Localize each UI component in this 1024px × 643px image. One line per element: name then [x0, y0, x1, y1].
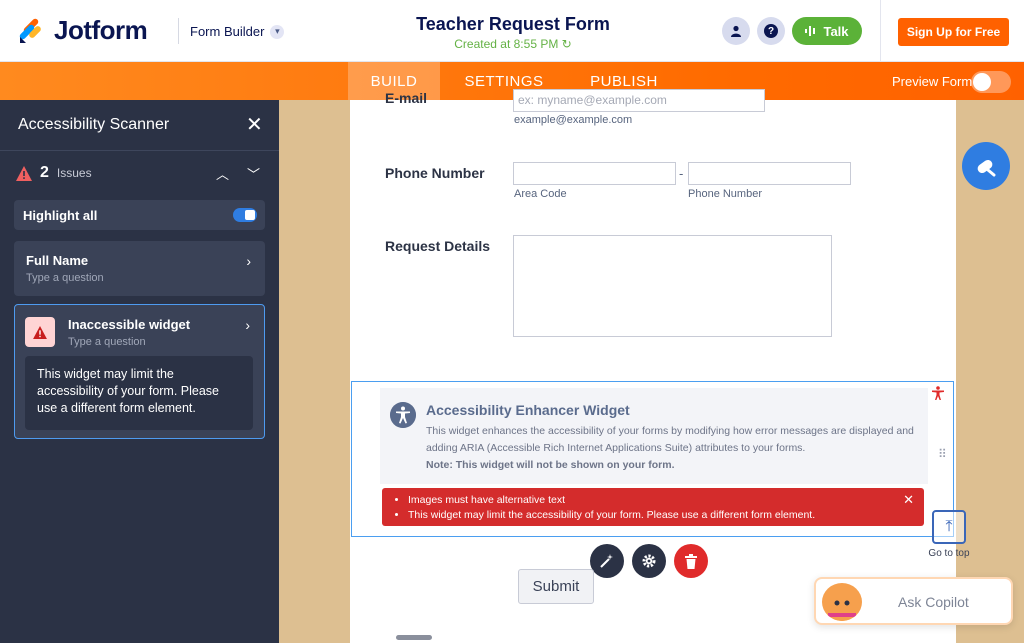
issue-label: Issues — [56, 166, 92, 180]
preview-form-label: Preview Form — [892, 74, 973, 89]
warning-icon — [16, 165, 32, 181]
user-icon — [731, 25, 741, 37]
issue-title: Inaccessible widget — [68, 317, 191, 332]
widget-note: Note: This widget will not be shown on y… — [426, 459, 675, 471]
copilot-avatar — [822, 583, 862, 621]
warning-badge — [25, 317, 55, 347]
sign-up-button[interactable]: Sign Up for Free — [898, 18, 1009, 46]
user-avatar-button[interactable] — [722, 17, 750, 45]
widget-description: This widget enhances the accessibility o… — [426, 425, 914, 454]
builder-nav: BUILD SETTINGS PUBLISH Preview Form — [0, 62, 1024, 100]
go-to-top-label: Go to top — [928, 548, 970, 559]
header-divider — [178, 18, 179, 44]
jotform-logo-icon — [19, 18, 41, 43]
help-button[interactable]: ? — [757, 17, 785, 45]
accessibility-widget[interactable]: Accessibility Enhancer Widget This widge… — [351, 381, 954, 537]
go-to-top-button[interactable]: ⤒ Go to top — [926, 510, 972, 559]
email-label: E-mail — [385, 90, 428, 106]
issue-count: 2 — [40, 164, 49, 181]
issues-summary: 2 Issues — [16, 164, 92, 182]
header-divider-right — [880, 0, 881, 62]
area-code-sublabel: Area Code — [514, 188, 567, 200]
brand-name: Jotform — [54, 15, 148, 45]
widget-error-banner: Images must have alternative text This w… — [382, 488, 924, 526]
email-sublabel: example@example.com — [514, 114, 633, 126]
issue-text: Inaccessible widget Type a question — [68, 317, 190, 348]
phone-number-sublabel: Phone Number — [688, 188, 762, 200]
panel-divider — [0, 150, 279, 151]
request-details-label: Request Details — [385, 238, 491, 254]
error-list: Images must have alternative text This w… — [408, 493, 924, 523]
accessibility-scanner-button[interactable] — [962, 142, 1010, 190]
accessibility-icon — [390, 402, 416, 428]
area-code-field[interactable] — [513, 162, 676, 185]
magic-wand-button[interactable] — [590, 544, 624, 578]
highlight-all-row[interactable]: Highlight all — [14, 200, 265, 230]
issue-card-inaccessible-widget[interactable]: Inaccessible widget Type a question › Th… — [14, 304, 265, 439]
highlight-all-label: Highlight all — [23, 207, 98, 223]
copilot-label: Ask Copilot — [898, 594, 969, 610]
error-item: This widget may limit the accessibility … — [408, 508, 924, 523]
toggle-knob — [245, 210, 255, 220]
chevron-right-icon: › — [245, 317, 250, 333]
horizontal-scrollbar[interactable] — [396, 635, 432, 640]
warning-icon — [33, 325, 47, 339]
drag-handle-icon[interactable]: ⠿ — [938, 448, 947, 460]
issue-message: This widget may limit the accessibility … — [25, 356, 253, 430]
form-builder-label: Form Builder — [190, 24, 265, 39]
ask-copilot-button[interactable]: Ask Copilot — [814, 577, 1013, 625]
error-item: Images must have alternative text — [408, 493, 924, 508]
help-icon: ? — [764, 24, 778, 38]
widget-title: Accessibility Enhancer Widget — [426, 402, 630, 418]
form-builder-menu[interactable]: Form Builder ▾ — [190, 24, 285, 39]
close-icon[interactable]: ✕ — [903, 492, 914, 507]
highlight-all-toggle[interactable] — [233, 208, 257, 222]
top-header: Jotform Form Builder ▾ Teacher Request F… — [0, 0, 1024, 62]
toggle-knob — [973, 73, 991, 91]
created-label: Created at 8:55 PM — [454, 37, 559, 51]
accessibility-scan-icon — [977, 159, 996, 177]
chevron-down-icon: ▾ — [270, 24, 285, 39]
phone-separator: - — [679, 166, 684, 181]
page-title[interactable]: Teacher Request Form — [388, 14, 638, 35]
created-time: Created at 8:55 PM ↻ — [388, 37, 638, 51]
talk-label: Talk — [823, 23, 849, 39]
email-field[interactable]: ex: myname@example.com — [513, 89, 765, 112]
delete-button[interactable] — [674, 544, 708, 578]
phone-label: Phone Number — [385, 165, 485, 181]
talk-button[interactable]: Talk — [792, 17, 862, 45]
magic-wand-icon — [600, 554, 613, 568]
accessibility-scanner-panel: Accessibility Scanner ✕ 2 Issues ︿ ﹀ Hig… — [0, 100, 279, 643]
arrow-up-icon: ⤒ — [932, 510, 966, 544]
chevron-down-icon[interactable]: ﹀ — [247, 164, 260, 183]
request-details-textarea[interactable] — [513, 235, 832, 337]
issue-subtitle: Type a question — [26, 272, 104, 284]
chevron-right-icon: › — [246, 253, 251, 269]
trash-icon — [685, 553, 697, 569]
widget-content: Accessibility Enhancer Widget This widge… — [380, 388, 928, 484]
form-title-block: Teacher Request Form Created at 8:55 PM … — [388, 14, 638, 51]
phone-number-field[interactable] — [688, 162, 851, 185]
refresh-icon: ↻ — [561, 37, 572, 51]
audio-bars-icon — [805, 26, 816, 36]
form-canvas: E-mail ex: myname@example.com example@ex… — [350, 89, 956, 643]
gear-icon — [642, 554, 656, 568]
submit-button[interactable]: Submit — [518, 569, 594, 604]
panel-title: Accessibility Scanner — [18, 116, 170, 133]
issue-title: Full Name — [26, 253, 89, 268]
chevron-up-icon[interactable]: ︿ — [216, 164, 229, 183]
issue-navigation: ︿ ﹀ — [216, 164, 260, 183]
issue-subtitle: Type a question — [68, 336, 146, 348]
accessibility-warning-icon[interactable] — [932, 386, 944, 403]
jotform-logo[interactable]: Jotform — [18, 15, 148, 46]
settings-button[interactable] — [632, 544, 666, 578]
preview-form-toggle[interactable] — [971, 71, 1011, 93]
close-icon[interactable]: ✕ — [246, 112, 263, 137]
issue-card-full-name[interactable]: Full Name Type a question › — [14, 241, 265, 296]
